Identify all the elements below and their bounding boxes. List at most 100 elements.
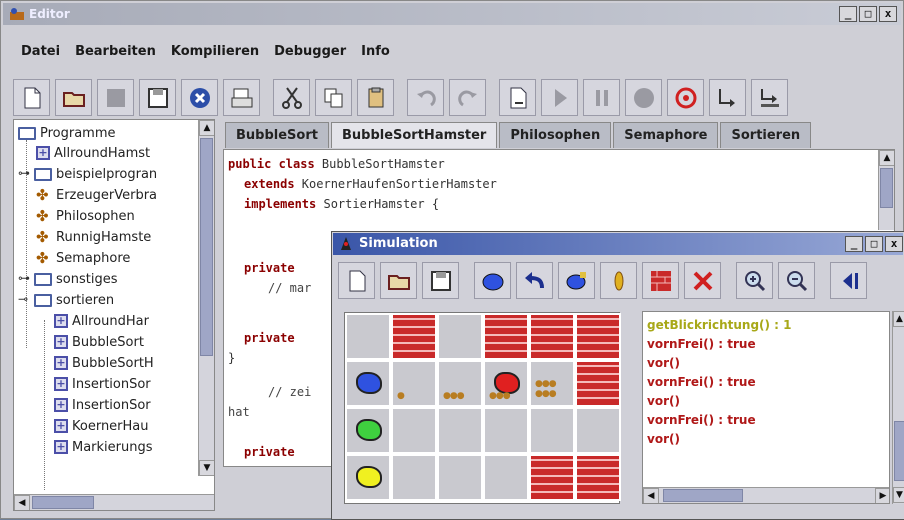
grid-cell[interactable] xyxy=(483,407,529,454)
breakpoint-button[interactable] xyxy=(667,79,704,116)
tree-node[interactable]: + AllroundHar xyxy=(54,311,149,331)
grid-cell-wall[interactable] xyxy=(575,313,621,360)
scroll-up-arrow-icon[interactable]: ▲ xyxy=(879,150,894,166)
print-button[interactable] xyxy=(223,79,260,116)
delete-button[interactable] xyxy=(684,262,721,299)
grain-button[interactable] xyxy=(600,262,637,299)
grid-cell[interactable] xyxy=(391,454,437,501)
compile-button[interactable] xyxy=(499,79,536,116)
grid-cell[interactable]: ●●● xyxy=(483,360,529,407)
grid-cell-grain[interactable]: ●●● ●●● xyxy=(529,360,575,407)
tree-node[interactable]: ✤ ErzeugerVerbra xyxy=(36,185,157,205)
grid-cell[interactable] xyxy=(391,407,437,454)
save-all-button[interactable] xyxy=(139,79,176,116)
run-button[interactable] xyxy=(541,79,578,116)
scroll-down-arrow-icon[interactable]: ▼ xyxy=(199,460,214,476)
tree-node[interactable]: + KoernerHau xyxy=(54,416,149,436)
log-vertical-scrollbar[interactable]: ▲ ▼ xyxy=(892,311,904,504)
menu-bearbeiten[interactable]: Bearbeiten xyxy=(75,41,156,63)
grid-cell[interactable] xyxy=(437,407,483,454)
wall-button[interactable] xyxy=(642,262,679,299)
scroll-thumb[interactable] xyxy=(880,168,893,208)
cut-button[interactable] xyxy=(273,79,310,116)
hamster-place-button[interactable] xyxy=(474,262,511,299)
menu-datei[interactable]: Datei xyxy=(21,41,60,63)
grid-cell[interactable] xyxy=(437,454,483,501)
tab-sortieren[interactable]: Sortieren xyxy=(720,122,812,148)
menu-debugger[interactable]: Debugger xyxy=(274,41,346,63)
step-over-button[interactable] xyxy=(751,79,788,116)
grid-cell-wall[interactable] xyxy=(575,360,621,407)
grid-cell[interactable] xyxy=(437,313,483,360)
tree-node[interactable]: ✤ Semaphore xyxy=(36,248,130,268)
tree-node[interactable]: + BubbleSortH xyxy=(54,353,154,373)
simulation-titlebar[interactable]: Simulation _ □ x xyxy=(333,233,903,255)
grid-cell-wall[interactable] xyxy=(391,313,437,360)
scroll-thumb[interactable] xyxy=(32,496,94,509)
new-file-button[interactable] xyxy=(13,79,50,116)
grid-cell[interactable] xyxy=(345,407,391,454)
editor-vertical-scrollbar[interactable]: ▲ xyxy=(878,150,894,230)
expand-toggle-icon[interactable]: ⊶ xyxy=(18,272,30,285)
tree-node[interactable]: + AllroundHamst xyxy=(36,143,150,163)
maximize-button[interactable]: □ xyxy=(859,6,877,22)
green-hamster-icon[interactable] xyxy=(356,419,382,441)
step-into-button[interactable] xyxy=(709,79,746,116)
sim-close-button[interactable]: x xyxy=(885,236,903,252)
redo-button[interactable] xyxy=(449,79,486,116)
close-window-button[interactable]: x xyxy=(879,6,897,22)
open-territory-button[interactable] xyxy=(380,262,417,299)
sim-minimize-button[interactable]: _ xyxy=(845,236,863,252)
grid-cell[interactable] xyxy=(345,313,391,360)
tab-philosophen[interactable]: Philosophen xyxy=(499,122,612,148)
blue-hamster-icon[interactable] xyxy=(356,372,382,394)
tree-node-folder[interactable]: ⊶ sonstiges xyxy=(18,269,117,289)
grid-cell[interactable] xyxy=(345,360,391,407)
open-button[interactable] xyxy=(55,79,92,116)
hamster-set-button[interactable] xyxy=(558,262,595,299)
tree-node[interactable]: ✤ RunnigHamste xyxy=(36,227,151,247)
tree-node[interactable]: + Markierungs xyxy=(54,437,153,457)
tab-semaphore[interactable]: Semaphore xyxy=(613,122,719,148)
close-file-button[interactable] xyxy=(181,79,218,116)
turn-left-button[interactable] xyxy=(516,262,553,299)
paste-button[interactable] xyxy=(357,79,394,116)
grid-cell-wall[interactable] xyxy=(529,313,575,360)
simulation-log[interactable]: getBlickrichtung() : 1 vornFrei() : true… xyxy=(642,311,890,504)
tree-node[interactable]: ✤ Philosophen xyxy=(36,206,135,226)
menu-info[interactable]: Info xyxy=(361,41,390,63)
save-territory-button[interactable] xyxy=(422,262,459,299)
sim-maximize-button[interactable]: □ xyxy=(865,236,883,252)
grid-cell-wall[interactable] xyxy=(575,454,621,501)
tree-node-folder[interactable]: ⊸ sortieren xyxy=(18,290,114,310)
tree-horizontal-scrollbar[interactable]: ◀ xyxy=(14,494,214,510)
scroll-thumb[interactable] xyxy=(894,421,904,481)
tree-node[interactable]: + InsertionSor xyxy=(54,395,151,415)
pause-button[interactable] xyxy=(583,79,620,116)
tab-bubblesorthamster[interactable]: BubbleSortHamster xyxy=(330,122,498,148)
grid-cell[interactable] xyxy=(529,407,575,454)
scroll-left-arrow-icon[interactable]: ◀ xyxy=(643,488,659,503)
undo-button[interactable] xyxy=(407,79,444,116)
scroll-down-arrow-icon[interactable]: ▼ xyxy=(893,487,904,503)
scroll-thumb[interactable] xyxy=(200,138,213,356)
grid-cell[interactable] xyxy=(483,454,529,501)
grid-cell[interactable] xyxy=(345,454,391,501)
scroll-thumb[interactable] xyxy=(663,489,743,502)
save-button[interactable] xyxy=(97,79,134,116)
program-tree[interactable]: Programme + AllroundHamst ⊶ beispielprog… xyxy=(13,119,215,511)
scroll-up-arrow-icon[interactable]: ▲ xyxy=(893,311,904,327)
new-territory-button[interactable] xyxy=(338,262,375,299)
scroll-right-arrow-icon[interactable]: ▶ xyxy=(875,488,889,503)
expand-toggle-icon[interactable]: ⊶ xyxy=(18,167,30,180)
tree-node-programme[interactable]: Programme xyxy=(18,123,116,143)
zoom-in-button[interactable] xyxy=(736,262,773,299)
copy-button[interactable] xyxy=(315,79,352,116)
back-button[interactable] xyxy=(830,262,867,299)
scroll-up-arrow-icon[interactable]: ▲ xyxy=(199,120,214,136)
tab-bubblesort[interactable]: BubbleSort xyxy=(225,122,329,148)
grid-cell[interactable] xyxy=(575,407,621,454)
menu-kompilieren[interactable]: Kompilieren xyxy=(171,41,259,63)
scroll-left-arrow-icon[interactable]: ◀ xyxy=(14,495,30,510)
tree-node[interactable]: + InsertionSor xyxy=(54,374,151,394)
